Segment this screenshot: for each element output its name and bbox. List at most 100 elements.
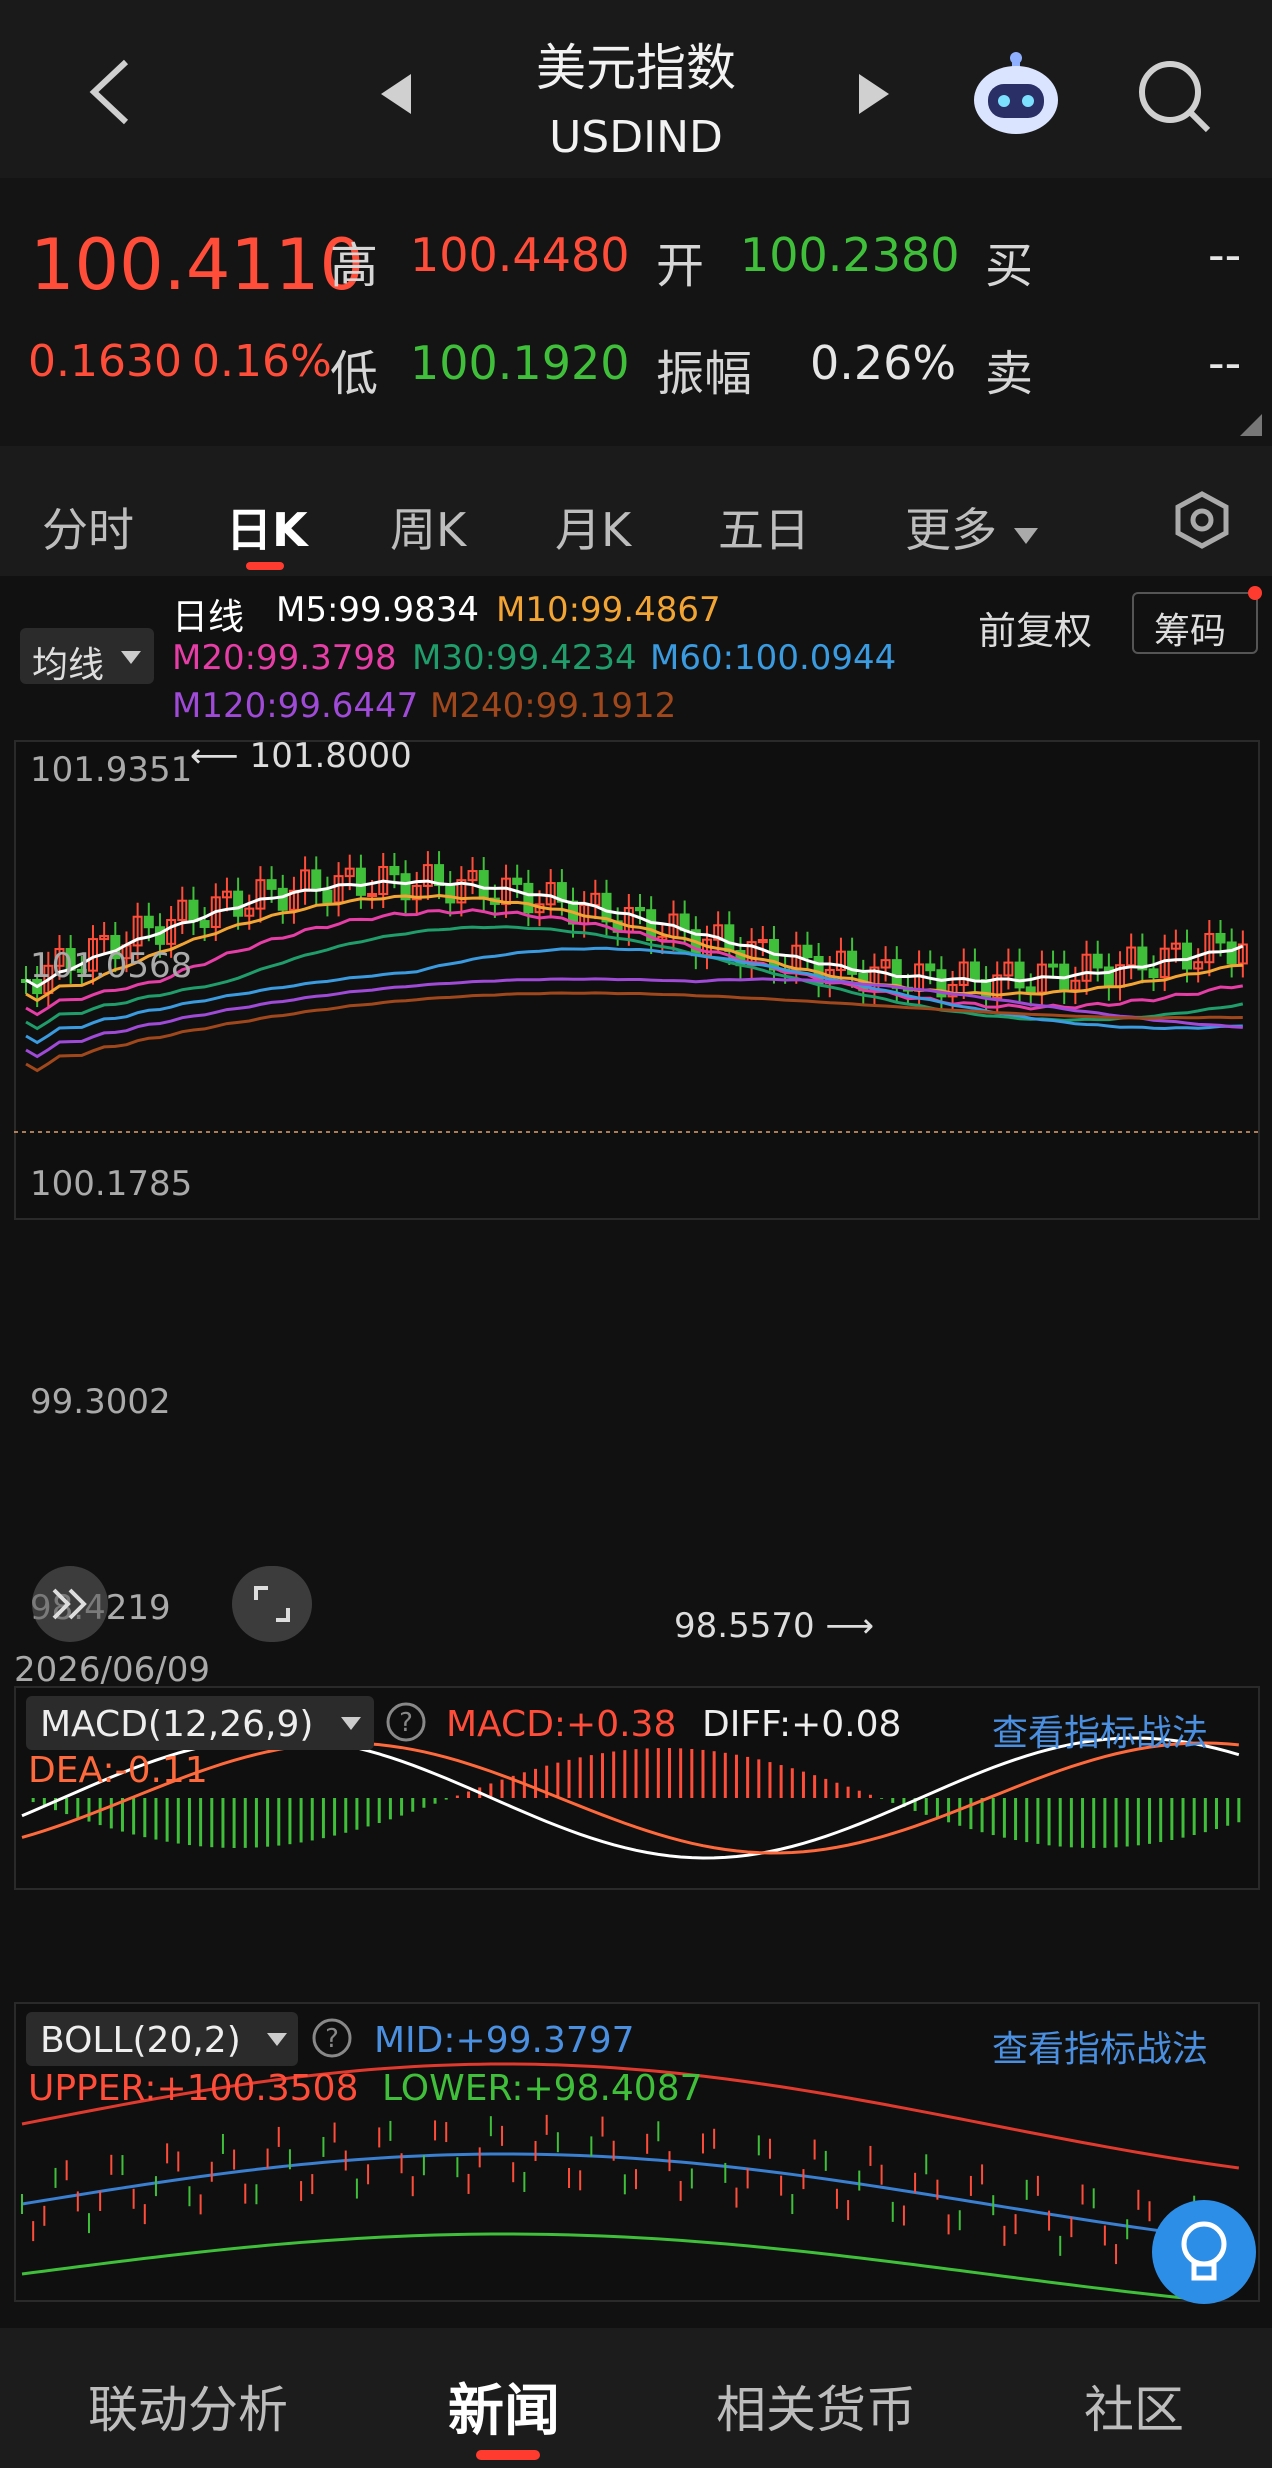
price-change: 0.1630 [28, 336, 182, 387]
tab-more[interactable]: 更多 [905, 494, 1040, 560]
boll-selector[interactable]: BOLL(20,2) [26, 2012, 298, 2066]
boll-upper-value: UPPER:+100.3508 [28, 2068, 359, 2109]
last-price: 100.4110 [30, 224, 365, 306]
dea-value: DEA:-0.11 [28, 1750, 208, 1791]
period-tabs: 分时 日K 周K 月K 五日 更多 [0, 446, 1272, 576]
candle-body [1148, 968, 1159, 979]
date-label: 2026/06/09 [14, 1650, 210, 1690]
chip-label: 筹码 [1154, 611, 1227, 652]
buy-value: -- [1208, 228, 1242, 282]
candle-body [724, 924, 735, 953]
collapse-button[interactable] [32, 1566, 108, 1642]
nav-community[interactable]: 社区 [1084, 2370, 1184, 2442]
axis-label-3: 100.1785 [30, 1164, 193, 1204]
candle-body [199, 920, 210, 928]
search-icon [1139, 61, 1211, 133]
adjust-mode-button[interactable]: 前复权 [978, 600, 1092, 655]
caret-down-icon [1013, 528, 1038, 544]
tab-intraday[interactable]: 分时 [42, 494, 134, 560]
candle-body [322, 889, 333, 904]
boll-strategy-link[interactable]: 查看指标战法 [992, 2020, 1208, 2072]
candle-body [233, 890, 244, 917]
candle-body [512, 877, 523, 885]
low-value: 100.1920 [410, 336, 630, 390]
expand-corner-icon[interactable] [1240, 414, 1262, 436]
tab-monthly-k[interactable]: 月K [555, 494, 631, 560]
ma240-value: M240:99.1912 [430, 686, 677, 726]
bottom-nav: 联动分析 新闻 相关货币 社区 [0, 2328, 1272, 2468]
boll-name: BOLL(20,2) [40, 2020, 241, 2061]
fullscreen-icon [254, 1586, 290, 1622]
tab-daily-k[interactable]: 日K [226, 494, 308, 560]
help-icon[interactable]: ? [384, 1700, 428, 1744]
candle-body [367, 893, 378, 898]
light-bulb-icon [1181, 2221, 1227, 2281]
nav-related-currencies[interactable]: 相关货币 [716, 2370, 916, 2442]
assistant-robot-button[interactable] [968, 48, 1064, 142]
robot-icon [974, 52, 1058, 134]
caret-down-icon [121, 651, 141, 664]
low-label: 低 [330, 346, 379, 402]
help-icon[interactable]: ? [310, 2016, 354, 2060]
candle-body [389, 865, 400, 876]
top-header: 美元指数 USDIND [0, 0, 1272, 178]
candle-body [969, 961, 980, 982]
kline-type-label: 日线 [172, 597, 245, 638]
caret-down-icon [341, 1717, 361, 1730]
candle-body [802, 944, 813, 958]
ma-toggle-button[interactable]: 均线 [20, 628, 154, 686]
svg-text:?: ? [399, 1708, 413, 1738]
caret-down-icon [267, 2033, 287, 2046]
next-instrument-button[interactable] [855, 70, 895, 124]
candle-body [1025, 986, 1036, 994]
axis-label-4: 99.3002 [30, 1382, 171, 1422]
candlestick-chart[interactable] [14, 740, 1258, 1220]
tab-five-day[interactable]: 五日 [718, 494, 810, 560]
low-annotation-value: 98.5570 [674, 1606, 815, 1646]
candle-body [1182, 942, 1193, 970]
instrument-code: USDIND [549, 112, 723, 163]
light-bulb-button[interactable] [1152, 2200, 1256, 2304]
candle-body [445, 884, 456, 904]
diff-value: DIFF:+0.08 [702, 1704, 902, 1745]
candle-body [355, 867, 366, 896]
candle-body [311, 869, 322, 892]
candle-body [266, 879, 277, 890]
macd-strategy-link[interactable]: 查看指标战法 [992, 1704, 1208, 1756]
candle-body [1215, 932, 1226, 944]
chart-settings-button[interactable] [1172, 490, 1232, 554]
buy-label: 买 [985, 238, 1034, 294]
candle-body [1048, 963, 1059, 968]
tab-weekly-k[interactable]: 周K [390, 494, 466, 560]
svg-text:?: ? [325, 2024, 339, 2054]
candle-body [925, 963, 936, 972]
settings-hexagon-icon [1175, 491, 1229, 549]
high-annotation-value: 101.8000 [249, 736, 412, 776]
candle-body [143, 915, 154, 929]
ma10-value: M10:99.4867 [496, 590, 721, 630]
nav-linkage-analysis[interactable]: 联动分析 [88, 2370, 288, 2442]
search-button[interactable] [1134, 56, 1214, 140]
candle-body [523, 882, 534, 914]
boll-mid-line [21, 2152, 1240, 2243]
axis-label-2: 101.0568 [30, 946, 193, 986]
page-title: 美元指数 [536, 39, 736, 97]
quote-panel: 100.4110 0.1630 0.16% 高 100.4480 开 100.2… [0, 178, 1272, 446]
macd-name: MACD(12,26,9) [40, 1704, 314, 1745]
triangle-right-icon [859, 74, 889, 114]
amplitude-value: 0.26% [810, 336, 957, 390]
open-label: 开 [656, 238, 705, 294]
macd-selector[interactable]: MACD(12,26,9) [26, 1696, 374, 1750]
boll-lower-line [21, 2232, 1220, 2300]
nav-news[interactable]: 新闻 [448, 2366, 560, 2447]
chip-distribution-button[interactable]: 筹码 [1132, 592, 1258, 654]
sell-label: 卖 [985, 346, 1034, 402]
candle-body [891, 959, 902, 989]
high-label: 高 [330, 238, 379, 294]
fullscreen-button[interactable] [232, 1566, 312, 1642]
ma5-value: M5:99.9834 [276, 590, 480, 630]
ma20-value: M20:99.3798 [172, 638, 397, 678]
boll-mid-value: MID:+99.3797 [374, 2020, 635, 2061]
candle-body [1014, 961, 1025, 989]
open-value: 100.2380 [740, 228, 960, 282]
